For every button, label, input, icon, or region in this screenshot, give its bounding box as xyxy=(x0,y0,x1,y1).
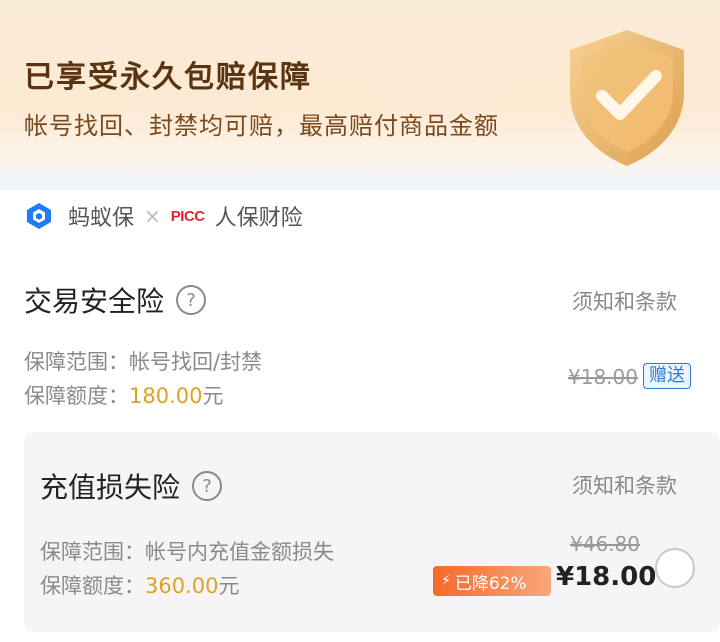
insurance-1-title-text: 交易安全险 xyxy=(24,285,165,318)
insurance-2-title-text: 充值损失险 xyxy=(40,471,181,504)
banner-subtitle: 帐号找回、封禁均可赔，最高赔付商品金额 xyxy=(24,112,499,140)
insurance-1-original-price: ¥18.00 xyxy=(568,365,638,389)
guarantee-banner: 已享受永久包赔保障 帐号找回、封禁均可赔，最高赔付商品金额 xyxy=(0,0,720,190)
amount-value: 360.00 xyxy=(145,574,219,598)
amount-unit: 元 xyxy=(202,384,224,408)
amount-value: 180.00 xyxy=(129,384,203,408)
scope-label: 保障范围： xyxy=(24,350,129,374)
insurance-2-terms-link[interactable]: 须知和条款 xyxy=(572,470,677,500)
partner-row: 蚂蚁保 × PICC 人保财险 xyxy=(24,196,303,236)
ant-insurance-name: 蚂蚁保 xyxy=(68,206,135,231)
discount-badge: ⚡ 已降62% xyxy=(433,566,551,596)
insurance-1-title: 交易安全险 ? xyxy=(24,280,207,320)
insurance-1-scope: 保障范围：帐号找回/封禁 xyxy=(24,346,262,376)
insurance-2-select-radio[interactable] xyxy=(655,548,695,588)
scope-label: 保障范围： xyxy=(40,540,145,564)
insurance-2-amount: 保障额度：360.00元 xyxy=(40,570,239,600)
insurance-2-original-price: ¥46.80 xyxy=(570,532,640,556)
question-circle-icon[interactable]: ? xyxy=(176,285,207,315)
amount-unit: 元 xyxy=(218,574,240,598)
scope-value: 帐号找回/封禁 xyxy=(129,350,263,374)
question-circle-icon[interactable]: ? xyxy=(192,471,223,501)
partner-separator: × xyxy=(144,204,161,228)
picc-logo: PICC xyxy=(170,207,205,225)
lightning-icon: ⚡ xyxy=(441,573,451,589)
ant-insurance-logo-icon xyxy=(27,203,51,229)
shield-check-icon xyxy=(570,30,684,166)
discount-label: 已降62% xyxy=(454,573,527,594)
insurance-1-amount: 保障额度：180.00元 xyxy=(24,380,223,410)
insurance-2-title: 充值损失险 ? xyxy=(40,466,223,506)
insurance-2-scope: 保障范围：帐号内充值金额损失 xyxy=(40,536,334,566)
scope-value: 帐号内充值金额损失 xyxy=(145,540,334,564)
picc-name: 人保财险 xyxy=(214,206,303,231)
insurance-2-price: ¥18.00 xyxy=(556,562,657,592)
amount-label: 保障额度： xyxy=(24,384,129,408)
banner-title: 已享受永久包赔保障 xyxy=(24,60,312,95)
gift-badge: 赠送 xyxy=(643,363,691,389)
amount-label: 保障额度： xyxy=(40,574,145,598)
insurance-1-terms-link[interactable]: 须知和条款 xyxy=(572,286,677,316)
